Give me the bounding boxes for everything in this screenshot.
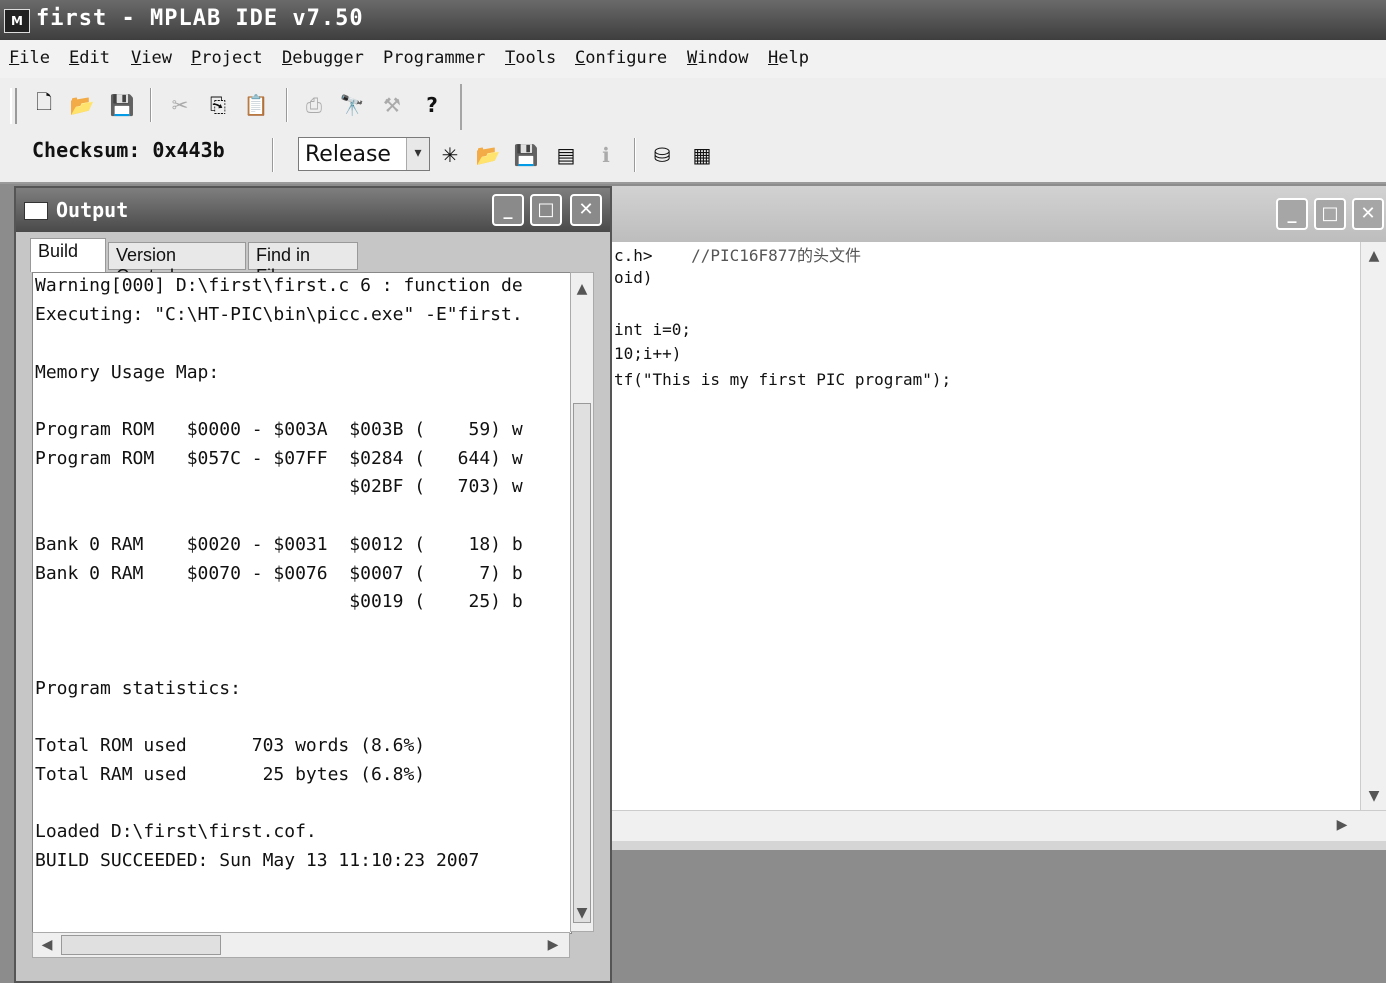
menu-tools[interactable]: Tools [505,48,556,68]
tab-build[interactable]: Build [30,238,106,272]
build-output-text[interactable]: Warning[000] D:\first\first.c 6 : functi… [32,272,572,934]
output-line: BUILD SUCCEEDED: Sun May 13 11:10:23 200… [35,850,480,871]
output-line: Total ROM used 703 words (8.6%) [35,735,426,756]
close-icon[interactable]: ✕ [570,194,602,226]
output-title: Output [56,198,129,222]
open-project-icon[interactable]: 📂 [474,140,502,170]
menu-project[interactable]: Project [191,48,263,68]
info-icon[interactable]: ℹ [592,140,620,170]
maximize-icon[interactable]: □ [530,194,562,226]
output-line: Bank 0 RAM $0020 - $0031 $0012 ( 18) b [35,534,523,555]
build-configuration-value: Release [305,142,391,167]
output-tabs: Build Version Control Find in Files [24,238,604,286]
output-line: Bank 0 RAM $0070 - $0076 $0007 ( 7) b [35,563,523,584]
editor-window: _ □ ✕ c.h> //PIC16F877的头文件 oid) int i=0;… [612,186,1386,850]
new-file-icon[interactable]: 🗋 [30,90,58,120]
scroll-right-icon[interactable]: ▶ [1332,815,1352,835]
menu-debugger[interactable]: Debugger [282,48,364,68]
build-all-icon[interactable]: ▤ [552,140,580,170]
output-line: Memory Usage Map: [35,362,220,383]
scroll-up-icon[interactable]: ▲ [572,279,592,299]
code-line: int i=0; [614,320,692,339]
output-vertical-scrollbar[interactable]: ▲ ▼ [570,272,594,932]
find-in-files-icon[interactable]: ⚒ [378,90,406,120]
paste-icon[interactable]: 📋 [242,90,270,120]
code-editor[interactable]: c.h> //PIC16F877的头文件 oid) int i=0; 10;i+… [612,242,1360,810]
scroll-right-icon[interactable]: ▶ [543,935,563,955]
code-line: c.h> //PIC16F877的头文件 [614,246,862,265]
checksum-display: Checksum: 0x443b [32,138,225,162]
output-window: Output _ □ ✕ Build Version Control Find … [14,186,612,983]
scroll-thumb[interactable] [573,403,591,923]
checksum-label: Checksum: [32,138,141,162]
output-line: Program ROM $0000 - $003A $003B ( 59) w [35,419,523,440]
save-icon[interactable]: 💾 [108,90,136,120]
menu-help[interactable]: Help [768,48,809,68]
mplab-app-icon[interactable]: M [4,9,30,33]
cut-icon[interactable]: ✂ [166,90,194,120]
scroll-up-icon[interactable]: ▲ [1364,246,1384,266]
menu-window[interactable]: Window [687,48,748,68]
checksum-value: 0x443b [152,138,225,162]
toolbar-grip[interactable] [10,88,17,124]
tab-find-in-files[interactable]: Find in Files [248,242,358,286]
menu-programmer[interactable]: Programmer [383,48,485,68]
window-icon [24,202,48,220]
menu-configure[interactable]: Configure [575,48,667,68]
scroll-left-icon[interactable]: ◀ [37,935,57,955]
scroll-down-icon[interactable]: ▼ [572,903,592,923]
new-project-icon[interactable]: ✳ [436,140,464,170]
help-icon[interactable]: ? [418,90,446,120]
output-line: Program ROM $057C - $07FF $0284 ( 644) w [35,448,523,469]
output-line: Loaded D:\first\first.cof. [35,821,317,842]
output-horizontal-scrollbar[interactable]: ◀ ▶ [32,932,570,958]
binoculars-icon[interactable]: 🔭 [338,90,366,120]
toolbar-separator [286,88,288,122]
toolbar-area: 🗋 📂 💾 ✂ ⎘ 📋 ⎙ 🔭 ⚒ ? Checksum: 0x443b Rel… [0,78,1386,184]
toolbar-separator [150,88,152,122]
build-icon[interactable]: ▦ [688,140,716,170]
editor-horizontal-scrollbar[interactable]: ▶ [612,810,1386,841]
make-icon[interactable]: ⛁ [648,140,676,170]
chevron-down-icon[interactable]: ▾ [406,138,429,170]
scroll-down-icon[interactable]: ▼ [1364,786,1384,806]
project-toolbar: Checksum: 0x443b Release ▾ ✳ 📂 💾 ▤ ℹ ⛁ ▦ [8,134,734,180]
title-bar: M first - MPLAB IDE v7.50 [0,0,1386,40]
editor-title-bar: _ □ ✕ [612,186,1386,242]
minimize-icon[interactable]: _ [1276,198,1308,230]
editor-vertical-scrollbar[interactable]: ▲ ▼ [1360,242,1386,810]
output-line: Executing: "C:\HT-PIC\bin\picc.exe" -E"f… [35,304,523,325]
tab-version-control[interactable]: Version Control [108,242,246,286]
standard-toolbar: 🗋 📂 💾 ✂ ⎘ 📋 ⎙ 🔭 ⚒ ? [8,84,462,130]
output-title-bar: Output _ □ ✕ [16,188,610,232]
output-line: Warning[000] D:\first\first.c 6 : functi… [35,275,523,296]
menu-edit[interactable]: Edit [69,48,110,68]
minimize-icon[interactable]: _ [492,194,524,226]
copy-icon[interactable]: ⎘ [204,90,232,120]
code-line: oid) [614,268,653,287]
build-configuration-select[interactable]: Release ▾ [298,137,430,171]
menu-bar: File Edit View Project Debugger Programm… [0,40,1386,79]
menu-view[interactable]: View [131,48,172,68]
window-title: first - MPLAB IDE v7.50 [36,6,364,31]
code-line: 10;i++) [614,344,682,363]
toolbar-separator [634,138,636,172]
output-line: $02BF ( 703) w [35,476,523,497]
maximize-icon[interactable]: □ [1314,198,1346,230]
close-icon[interactable]: ✕ [1352,198,1384,230]
open-folder-icon[interactable]: 📂 [68,90,96,120]
code-line: tf("This is my first PIC program"); [614,370,952,389]
output-line: Program statistics: [35,678,241,699]
print-icon[interactable]: ⎙ [300,90,328,120]
menu-file[interactable]: File [9,48,50,68]
scroll-thumb[interactable] [61,935,221,955]
output-line: Total RAM used 25 bytes (6.8%) [35,764,426,785]
save-project-icon[interactable]: 💾 [512,140,540,170]
toolbar-separator [272,138,274,172]
output-line: $0019 ( 25) b [35,591,523,612]
